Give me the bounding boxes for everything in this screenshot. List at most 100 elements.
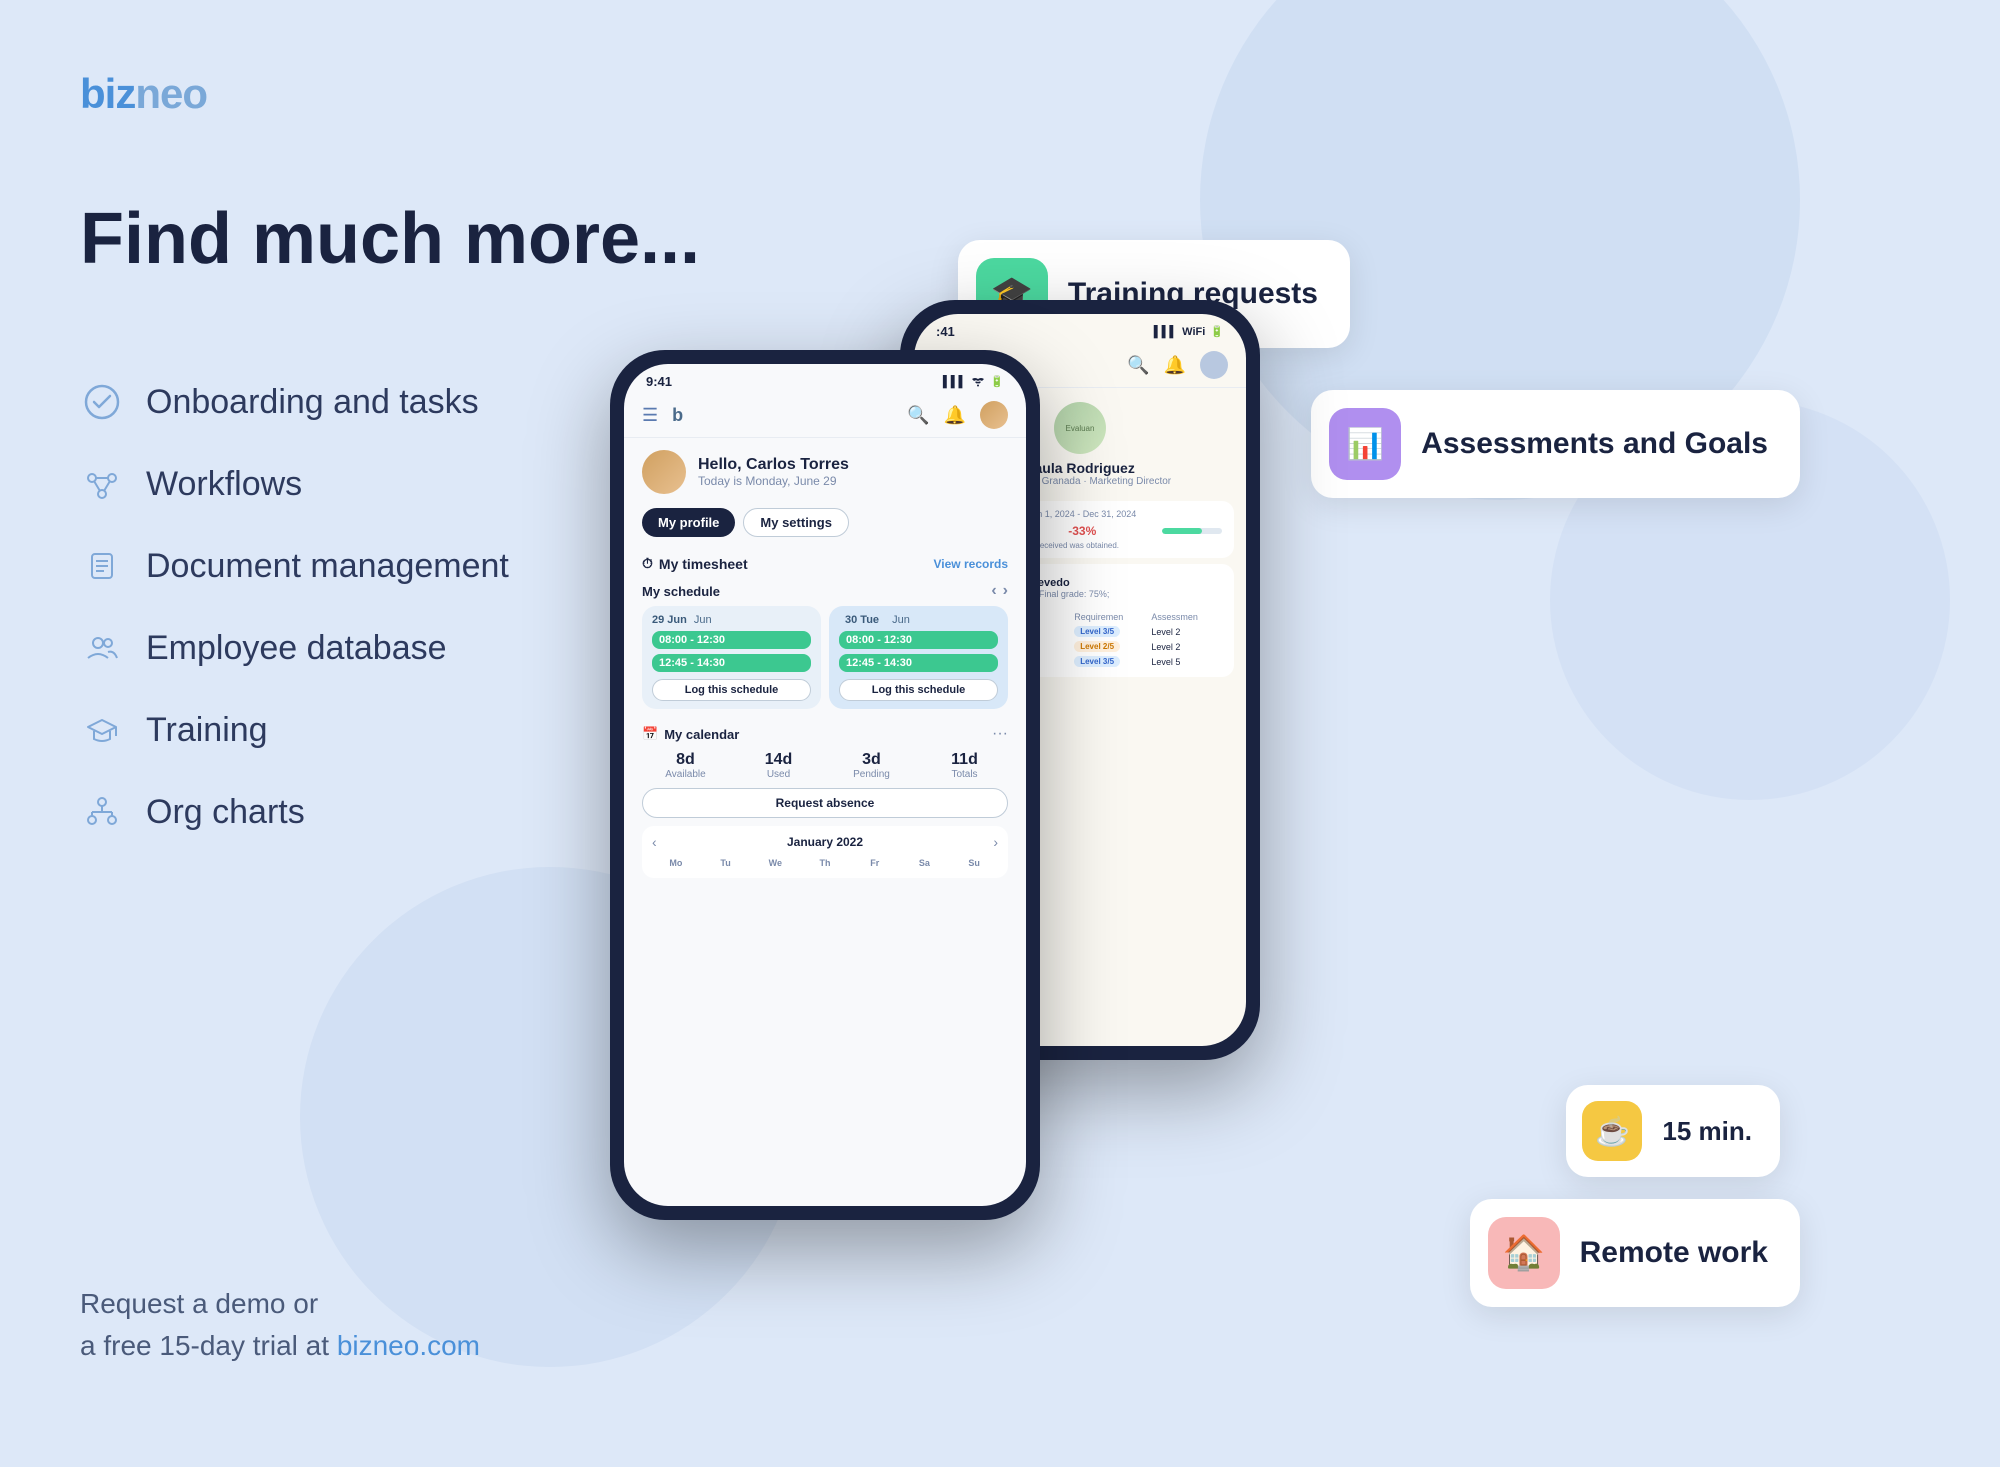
remote-work-card[interactable]: 🏠 Remote work bbox=[1470, 1199, 1800, 1307]
schedule-day-2: 30 Tue Jun 08:00 - 12:30 12:45 - 14:30 L… bbox=[829, 606, 1008, 709]
pri-search-icon[interactable]: 🔍 bbox=[907, 405, 929, 426]
mini-calendar: ‹ January 2022 › Mo Tu We Th Fr Sa Su bbox=[642, 826, 1008, 878]
onboarding-icon bbox=[80, 380, 124, 424]
profile-buttons: My profile My settings bbox=[624, 502, 1026, 547]
pri-avatar[interactable] bbox=[980, 401, 1008, 429]
sec-bell-icon[interactable]: 🔔 bbox=[1164, 355, 1186, 376]
mini-cal-grid: Mo Tu We Th Fr Sa Su bbox=[652, 856, 998, 870]
employees-icon bbox=[80, 626, 124, 670]
day2-time1: 08:00 - 12:30 bbox=[839, 631, 998, 649]
pri-nav-bar: ☰ b 🔍 🔔 bbox=[624, 395, 1026, 438]
schedule-label: My schedule ‹ › bbox=[624, 578, 1026, 606]
schedule-nav: ‹ › bbox=[991, 582, 1008, 600]
calendar-section: 📅 My calendar ··· 8d Available 14d Used bbox=[624, 719, 1026, 886]
primary-phone-screen: 9:41 ▌▌▌ 🔋 ☰ b 🔍 🔔 bbox=[624, 364, 1026, 1206]
day2-label: 30 Tue Jun bbox=[839, 614, 998, 626]
calendar-title: 📅 My calendar bbox=[642, 726, 739, 742]
phone-primary: 9:41 ▌▌▌ 🔋 ☰ b 🔍 🔔 bbox=[610, 350, 1040, 1220]
greeting-date: Today is Monday, June 29 bbox=[698, 474, 849, 488]
timesheet-title: ⏱ My timesheet bbox=[642, 555, 748, 572]
employees-label: Employee database bbox=[146, 629, 447, 668]
progress-bar bbox=[1162, 528, 1222, 534]
col-requirement: Requiremen bbox=[1071, 610, 1148, 624]
sec-avatar[interactable] bbox=[1200, 351, 1228, 379]
sec-employee-avatar: Evaluan bbox=[1054, 402, 1106, 454]
request-absence-button[interactable]: Request absence bbox=[642, 788, 1008, 818]
orgcharts-label: Org charts bbox=[146, 793, 305, 832]
day2-log-btn[interactable]: Log this schedule bbox=[839, 679, 998, 701]
phones-container: :41 ▌▌▌WiFi🔋 b 🔍 🔔 Evaluan Paula R bbox=[580, 290, 1440, 1270]
absence-stats: 8d Available 14d Used 3d Pending 11d Tot… bbox=[642, 751, 1008, 780]
training-label: Training bbox=[146, 711, 268, 750]
footer-text: Request a demo or a free 15-day trial at… bbox=[80, 1283, 480, 1367]
day1-time1: 08:00 - 12:30 bbox=[652, 631, 811, 649]
pri-menu-icon[interactable]: ☰ bbox=[642, 405, 658, 426]
greeting-section: Hello, Carlos Torres Today is Monday, Ju… bbox=[624, 438, 1026, 502]
remote-work-icon: 🏠 bbox=[1488, 1217, 1560, 1289]
documents-label: Document management bbox=[146, 547, 509, 586]
headline: Find much more... bbox=[80, 200, 700, 279]
day1-time2: 12:45 - 14:30 bbox=[652, 654, 811, 672]
sec-status-bar: :41 ▌▌▌WiFi🔋 bbox=[914, 314, 1246, 345]
sec-status-icons: ▌▌▌WiFi🔋 bbox=[1154, 325, 1224, 338]
pri-right-icons: 🔍 🔔 bbox=[907, 401, 1008, 429]
cal-next[interactable]: › bbox=[993, 834, 998, 850]
absence-totals: 11d Totals bbox=[921, 751, 1008, 780]
perf-value: -33% bbox=[1068, 524, 1096, 538]
schedule-next[interactable]: › bbox=[1003, 582, 1008, 600]
absence-used: 14d Used bbox=[735, 751, 822, 780]
logo-text: bizneo bbox=[80, 70, 207, 117]
pri-status-icons: ▌▌▌ 🔋 bbox=[943, 375, 1004, 388]
workflows-icon bbox=[80, 462, 124, 506]
schedule-prev[interactable]: ‹ bbox=[991, 582, 996, 600]
break-icon: ☕ bbox=[1582, 1101, 1642, 1161]
pri-bell-icon[interactable]: 🔔 bbox=[944, 405, 966, 426]
timesheet-icon: ⏱ bbox=[642, 555, 653, 572]
documents-icon bbox=[80, 544, 124, 588]
pri-time: 9:41 bbox=[646, 374, 672, 389]
calendar-header: 📅 My calendar ··· bbox=[642, 725, 1008, 743]
feature-workflows: Workflows bbox=[80, 462, 509, 506]
day1-label: 29 Jun Jun bbox=[652, 614, 811, 626]
greeting-hello: Hello, Carlos Torres bbox=[698, 456, 849, 474]
brand-logo: bizneo bbox=[80, 70, 207, 118]
user-avatar bbox=[642, 450, 686, 494]
absence-available: 8d Available bbox=[642, 751, 729, 780]
my-settings-button[interactable]: My settings bbox=[743, 508, 849, 537]
timesheet-section-header: ⏱ My timesheet View records bbox=[624, 547, 1026, 578]
feature-list: Onboarding and tasks Workflows Document … bbox=[80, 380, 509, 834]
workflows-label: Workflows bbox=[146, 465, 302, 504]
pri-status-bar: 9:41 ▌▌▌ 🔋 bbox=[624, 364, 1026, 395]
assessments-label: Assessments and Goals bbox=[1421, 427, 1768, 461]
feature-training: Training bbox=[80, 708, 509, 752]
feature-onboarding: Onboarding and tasks bbox=[80, 380, 509, 424]
calendar-menu[interactable]: ··· bbox=[992, 725, 1008, 743]
calendar-icon: 📅 bbox=[642, 726, 658, 742]
orgcharts-icon bbox=[80, 790, 124, 834]
cal-month: January 2022 bbox=[787, 835, 863, 849]
my-profile-button[interactable]: My profile bbox=[642, 508, 735, 537]
pri-left-icons: ☰ b bbox=[642, 405, 683, 426]
sec-time: :41 bbox=[936, 324, 955, 339]
mini-cal-header: ‹ January 2022 › bbox=[652, 834, 998, 850]
day2-time2: 12:45 - 14:30 bbox=[839, 654, 998, 672]
col-assessment: Assessmen bbox=[1148, 610, 1222, 624]
break-label: 15 min. bbox=[1662, 1116, 1752, 1147]
day1-log-btn[interactable]: Log this schedule bbox=[652, 679, 811, 701]
schedule-day-1: 29 Jun Jun 08:00 - 12:30 12:45 - 14:30 L… bbox=[642, 606, 821, 709]
cal-prev[interactable]: ‹ bbox=[652, 834, 657, 850]
remote-work-label: Remote work bbox=[1580, 1236, 1768, 1270]
feature-documents: Document management bbox=[80, 544, 509, 588]
website-link[interactable]: bizneo.com bbox=[337, 1330, 480, 1361]
absence-pending: 3d Pending bbox=[828, 751, 915, 780]
sec-search-icon[interactable]: 🔍 bbox=[1127, 355, 1149, 376]
break-card[interactable]: ☕ 15 min. bbox=[1566, 1085, 1780, 1177]
training-icon bbox=[80, 708, 124, 752]
view-records-link[interactable]: View records bbox=[934, 557, 1008, 571]
feature-orgcharts: Org charts bbox=[80, 790, 509, 834]
onboarding-label: Onboarding and tasks bbox=[146, 383, 479, 422]
greeting-text: Hello, Carlos Torres Today is Monday, Ju… bbox=[698, 456, 849, 488]
feature-employees: Employee database bbox=[80, 626, 509, 670]
schedule-grid: 29 Jun Jun 08:00 - 12:30 12:45 - 14:30 L… bbox=[624, 606, 1026, 719]
sec-nav-icons: 🔍 🔔 bbox=[1127, 351, 1228, 379]
